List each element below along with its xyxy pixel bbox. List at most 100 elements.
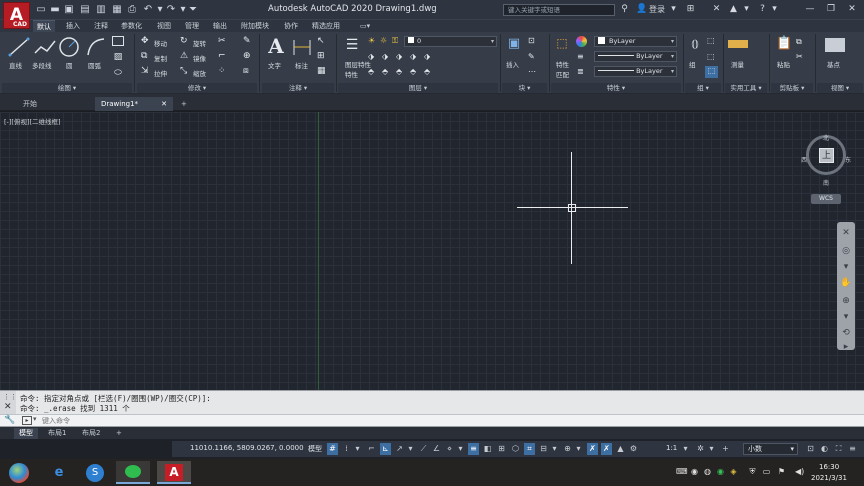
help-icon[interactable]: ?: [757, 4, 768, 15]
properties-panel-title[interactable]: 特性 ▾: [551, 83, 681, 93]
units-dropdown[interactable]: 小数 ▾: [743, 443, 798, 455]
layer-tool-3-icon[interactable]: ⬗: [396, 52, 402, 61]
annotation-monitor-icon[interactable]: +: [720, 443, 731, 455]
copy-clip-icon[interactable]: ⧉: [796, 37, 802, 47]
tab-parametric[interactable]: 参数化: [117, 20, 146, 32]
isolate-objects-icon[interactable]: ◐: [819, 443, 830, 455]
group-edit-icon[interactable]: ⬚: [707, 52, 715, 61]
snap-icon[interactable]: ⁞: [341, 443, 352, 455]
transparency-icon[interactable]: ◧: [482, 443, 493, 455]
zoom-extents-icon[interactable]: ⊕: [839, 294, 853, 308]
hatch-icon[interactable]: ▨: [112, 52, 124, 62]
layer-tool-8-icon[interactable]: ⬘: [396, 67, 402, 76]
viewcube-east[interactable]: 东: [845, 155, 851, 164]
arc-icon[interactable]: [85, 36, 107, 58]
tab-view[interactable]: 视图: [153, 20, 175, 32]
isodraft-icon[interactable]: ⟋: [418, 443, 429, 455]
model-space-toggle[interactable]: 模型: [308, 444, 322, 454]
groups-panel-title[interactable]: 组 ▾: [685, 83, 721, 93]
zoom-dropdown-icon[interactable]: ▾: [839, 310, 853, 324]
plus-icon[interactable]: +: [178, 97, 192, 111]
osnap-dropdown-icon[interactable]: ▾: [455, 443, 466, 455]
command-dropdown-icon[interactable]: ▾: [33, 415, 37, 423]
ribbon-minimize-icon[interactable]: ▭▾: [356, 20, 374, 32]
tab-home[interactable]: 默认: [33, 20, 55, 32]
navbar-close-icon[interactable]: ✕: [839, 226, 853, 240]
help-tray-icon[interactable]: ◉: [690, 467, 699, 477]
save-icon[interactable]: ▣: [64, 4, 74, 15]
infer-icon[interactable]: ⌐: [366, 443, 377, 455]
volume-icon[interactable]: ◀): [795, 467, 804, 477]
redo-dropdown-icon[interactable]: ▾: [178, 4, 188, 15]
new-icon[interactable]: ▭: [36, 4, 46, 15]
lineweight-dropdown[interactable]: ByLayer ▾: [594, 66, 677, 77]
layer-tool-6-icon[interactable]: ⬘: [368, 67, 374, 76]
lineweight-icon[interactable]: ≣: [577, 67, 584, 76]
paste-icon[interactable]: 📋: [776, 36, 792, 54]
internet-explorer-icon[interactable]: e: [42, 461, 76, 484]
base-view-icon[interactable]: [825, 38, 845, 52]
stretch-label[interactable]: 拉伸: [154, 68, 167, 78]
exchange-icon[interactable]: ✕: [711, 4, 722, 15]
bulb-icon[interactable]: ☀: [368, 36, 375, 45]
showmotion-icon[interactable]: ▸: [839, 340, 853, 354]
polar-dropdown-icon[interactable]: ▾: [405, 443, 416, 455]
a360-dropdown-icon[interactable]: ▾: [741, 4, 752, 15]
copy-label[interactable]: 复制: [154, 53, 167, 63]
restore-icon[interactable]: ❐: [824, 3, 838, 15]
line-icon[interactable]: [8, 37, 30, 57]
selection-filter-dropdown-icon[interactable]: ▾: [549, 443, 560, 455]
pan-icon[interactable]: ✋: [839, 276, 853, 290]
tab-featured-apps[interactable]: 精选应用: [308, 20, 344, 32]
add-layout-button[interactable]: +: [111, 428, 127, 439]
help-dropdown-icon[interactable]: ▾: [769, 4, 780, 15]
orbit-icon[interactable]: ⟲: [839, 326, 853, 340]
ortho-icon[interactable]: ⊾: [380, 443, 391, 455]
tab-start[interactable]: 开始: [17, 97, 93, 111]
copy-icon[interactable]: ⧉: [141, 51, 147, 61]
steering-wheel-icon[interactable]: ◎: [839, 244, 853, 258]
color-dropdown[interactable]: ByLayer ▾: [594, 36, 677, 47]
wrench-icon[interactable]: 🔧: [4, 415, 15, 425]
selection-filter-icon[interactable]: ⊟: [538, 443, 549, 455]
tab-layout1[interactable]: 布局1: [43, 428, 71, 439]
offset-icon[interactable]: ⧈: [243, 66, 249, 76]
block-attr-icon[interactable]: ⋯: [528, 67, 536, 76]
web-icon[interactable]: ▥: [96, 4, 106, 15]
cut-icon[interactable]: ✂: [796, 52, 803, 61]
tab-annotate[interactable]: 注释: [90, 20, 112, 32]
layer-dropdown[interactable]: 0 ▾: [404, 36, 497, 47]
array-icon[interactable]: ⁘: [218, 66, 226, 76]
tab-insert[interactable]: 插入: [62, 20, 84, 32]
saveas-icon[interactable]: ▤: [80, 4, 90, 15]
explode-icon[interactable]: ⊕: [243, 51, 251, 61]
layer-properties-icon[interactable]: ☰: [343, 37, 361, 53]
scale-label[interactable]: 缩放: [193, 68, 206, 78]
open-icon[interactable]: ▬: [50, 4, 60, 15]
tab-drawing1[interactable]: Drawing1* ✕: [95, 97, 173, 111]
scale-dropdown-icon[interactable]: ▾: [680, 443, 691, 455]
layer-tool-7-icon[interactable]: ⬘: [382, 67, 388, 76]
wechat-icon[interactable]: [116, 461, 150, 484]
clock-date[interactable]: 2021/3/31: [811, 474, 847, 482]
move-label[interactable]: 移动: [154, 38, 167, 48]
viewcube-south[interactable]: 南: [823, 178, 829, 187]
tab-addins[interactable]: 附加模块: [237, 20, 273, 32]
ellipse-icon[interactable]: ⬭: [112, 68, 124, 78]
fillet-icon[interactable]: ⌐: [218, 51, 226, 61]
dimension-icon[interactable]: [291, 37, 313, 57]
dynamic-ucs-icon[interactable]: ⌗: [524, 443, 535, 455]
linetype-icon[interactable]: ≡: [577, 52, 584, 61]
annotation-scale-icon[interactable]: ▲: [615, 443, 626, 455]
workspace-icon[interactable]: ⚙: [628, 443, 639, 455]
linetype-dropdown[interactable]: ByLayer ▾: [594, 51, 677, 62]
minimize-icon[interactable]: —: [803, 3, 817, 15]
tab-layout2[interactable]: 布局2: [77, 428, 105, 439]
viewcube-top-face[interactable]: 上: [819, 148, 834, 163]
table-icon[interactable]: ⊞: [317, 51, 325, 61]
a360-icon[interactable]: ▲: [728, 4, 739, 15]
undo-icon[interactable]: ↶: [143, 4, 153, 15]
tab-collaborate[interactable]: 协作: [280, 20, 302, 32]
tab-model[interactable]: 模型: [14, 428, 38, 439]
redo-icon[interactable]: ↷: [166, 4, 176, 15]
